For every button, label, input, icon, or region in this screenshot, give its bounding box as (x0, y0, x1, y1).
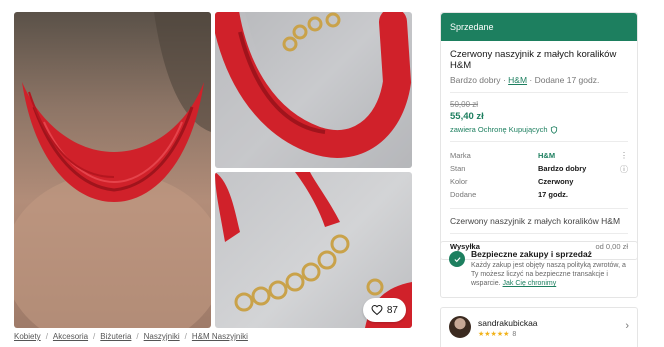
sold-banner: Sprzedane (441, 13, 637, 41)
review-count: 8 (512, 330, 517, 338)
shield-check-icon (449, 251, 465, 267)
price-original: 50,00 zł (450, 100, 479, 109)
breadcrumb-item[interactable]: H&M Naszyjniki (192, 332, 248, 341)
divider (450, 141, 628, 142)
favorite-button[interactable]: 87 (362, 298, 406, 322)
safety-learn-more-link[interactable]: Jak Cię chronimy (503, 280, 557, 287)
breadcrumb-item[interactable]: Biżuteria (100, 332, 131, 341)
detail-value: Czerwony (538, 177, 574, 186)
safety-body: Każdy zakup jest objęty naszą polityką z… (471, 261, 629, 288)
divider (450, 92, 628, 93)
detail-row-added: Dodane 17 godz. (450, 188, 628, 201)
seller-meta: sandrakubickaa ★★★★★ 8 (478, 318, 625, 338)
item-description: Czerwony naszyjnik z małych koralików H&… (450, 216, 621, 226)
detail-value-brand-link[interactable]: H&M (538, 151, 555, 160)
item-brand-link[interactable]: H&M (508, 75, 527, 85)
breadcrumb-separator: / (45, 332, 48, 341)
detail-key: Stan (450, 164, 466, 173)
breadcrumb-item[interactable]: Akcesoria (53, 332, 88, 341)
item-uploaded: Dodane 17 godz. (534, 75, 600, 85)
detail-row-brand: Marka H&M ⋮ (450, 149, 628, 162)
detail-value: 17 godz. (538, 190, 569, 199)
buyer-protection-link[interactable]: zawiera Ochronę Kupujących (450, 125, 628, 134)
listing-page: 87 Kobiety / Akcesoria / Biżuteria / Nas… (0, 0, 664, 347)
breadcrumb-separator: / (93, 332, 96, 341)
photo-clasp[interactable]: 87 (215, 172, 412, 328)
detail-key: Dodane (450, 190, 477, 199)
seller-card[interactable]: sandrakubickaa ★★★★★ 8 › (440, 307, 638, 347)
breadcrumb-item[interactable]: Naszyjniki (144, 332, 180, 341)
safety-title: Bezpieczne zakupy i sprzedaż (471, 249, 592, 259)
breadcrumb: Kobiety / Akcesoria / Biżuteria / Naszyj… (14, 332, 248, 341)
item-condition: Bardzo dobry (450, 75, 501, 85)
seller-rating: ★★★★★ 8 (478, 330, 625, 339)
breadcrumb-separator: / (184, 332, 187, 341)
heart-icon (371, 304, 383, 316)
star-icons: ★★★★★ (478, 331, 510, 338)
price-with-protection: 55,40 zł (450, 111, 484, 122)
chevron-right-icon: › (625, 320, 629, 332)
main-photo[interactable] (14, 12, 211, 328)
detail-key: Kolor (450, 177, 468, 186)
seller-name: sandrakubickaa (478, 318, 538, 328)
more-options-icon[interactable]: ⋮ (620, 151, 628, 160)
photo-gallery: 87 (14, 12, 412, 328)
shield-icon (550, 125, 557, 134)
divider (450, 208, 628, 209)
detail-row-color: Kolor Czerwony (450, 175, 628, 188)
divider (450, 233, 628, 234)
item-title: Czerwony naszyjnik z małych koralików H&… (450, 49, 617, 71)
avatar (449, 316, 471, 338)
item-details: Marka H&M ⋮ Stan Bardzo dobry ⓘ Kolor Cz… (450, 149, 628, 201)
photo-necklace-top[interactable] (215, 12, 412, 168)
breadcrumb-separator: / (136, 332, 139, 341)
breadcrumb-item[interactable]: Kobiety (14, 332, 41, 341)
info-icon[interactable]: ⓘ (620, 164, 628, 175)
protection-label: zawiera Ochronę Kupujących (450, 125, 548, 134)
item-sidebar: Sprzedane Czerwony naszyjnik z małych ko… (440, 12, 638, 260)
item-card: Sprzedane Czerwony naszyjnik z małych ko… (440, 12, 638, 260)
favorite-count: 87 (386, 304, 398, 316)
item-info: Czerwony naszyjnik z małych koralików H&… (441, 41, 637, 259)
detail-key: Marka (450, 151, 471, 160)
safety-text: Bezpieczne zakupy i sprzedaż Każdy zakup… (471, 249, 629, 288)
safety-card: Bezpieczne zakupy i sprzedaż Każdy zakup… (440, 241, 638, 298)
detail-value: Bardzo dobry (538, 164, 587, 173)
item-summary: Bardzo dobry · H&M · Dodane 17 godz. (450, 75, 628, 85)
detail-row-condition: Stan Bardzo dobry ⓘ (450, 162, 628, 175)
